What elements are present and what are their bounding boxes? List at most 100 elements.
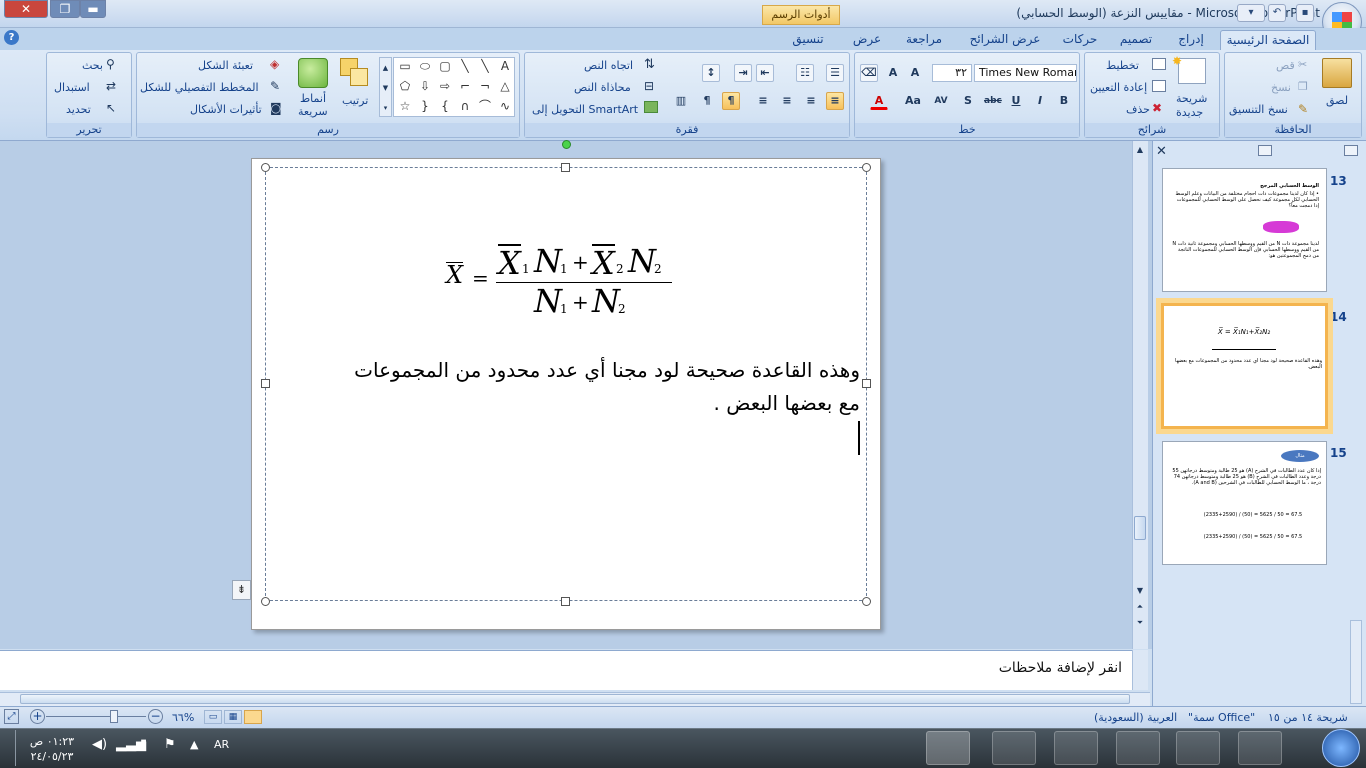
align-text-button[interactable]: محاذاة النص [574, 81, 631, 94]
autofit-options-icon[interactable]: ⇟ [232, 580, 251, 600]
media-player-taskbar-icon[interactable] [1176, 731, 1220, 765]
firefox-taskbar-icon[interactable] [1116, 731, 1160, 765]
resize-handle-bl[interactable] [261, 597, 270, 606]
shadow-icon[interactable]: S [959, 92, 977, 110]
previous-slide-icon[interactable]: ⏶ [1133, 600, 1147, 614]
align-right-icon[interactable]: ≡ [826, 92, 844, 110]
find-button[interactable]: بحث [82, 59, 103, 72]
tab-home[interactable]: الصفحة الرئيسية [1220, 30, 1316, 50]
new-slide-button-line2[interactable]: جديدة [1176, 106, 1203, 119]
font-size-select[interactable]: ٣٢ [932, 64, 972, 82]
panel-scrollbar[interactable] [1350, 620, 1362, 704]
line-shape-icon[interactable]: ╲ [458, 60, 472, 72]
resize-handle-r[interactable] [862, 379, 871, 388]
decrease-indent-icon[interactable]: ⇤ [756, 64, 774, 82]
cut-button[interactable]: قص [1276, 59, 1295, 72]
tab-format[interactable]: تنسيق [778, 30, 838, 50]
zoom-slider[interactable] [46, 716, 146, 717]
layout-button[interactable]: تخطيط [1106, 59, 1139, 72]
slides-tab-icon[interactable] [1258, 145, 1272, 156]
restore-button[interactable]: ❐ [50, 0, 80, 18]
freeform-shape-icon[interactable]: ∿ [498, 100, 512, 112]
select-button[interactable]: تحديد [66, 103, 91, 116]
columns-icon[interactable]: ▥ [672, 92, 690, 110]
panel-close-icon[interactable]: ✕ [1156, 144, 1167, 159]
status-language[interactable]: العربية (السعودية) [1094, 711, 1177, 724]
align-left-icon[interactable]: ≡ [778, 92, 796, 110]
undo-icon[interactable]: ↶ [1268, 4, 1286, 22]
help-icon[interactable]: ? [4, 30, 19, 45]
line-spacing-icon[interactable]: ↕ [702, 64, 720, 82]
diagonal-line-icon[interactable]: ╲ [478, 60, 492, 72]
minimize-button[interactable]: ▬ [80, 0, 106, 18]
tab-view[interactable]: عرض [846, 30, 888, 50]
tab-slideshow[interactable]: عرض الشرائح [960, 30, 1050, 50]
slide-body-text[interactable]: وهذه القاعدة صحيحة لود مجنا أي عدد محدود… [300, 354, 860, 420]
start-button[interactable] [1322, 729, 1360, 767]
numbering-icon[interactable]: ☷ [796, 64, 814, 82]
language-indicator[interactable]: AR [214, 738, 229, 751]
slide-thumbnail-14[interactable]: X̅ = X̅₁N₁+X̅₂N₂ وهذه القاعدة صحيحة لود … [1161, 303, 1328, 429]
word-taskbar-icon[interactable] [992, 731, 1036, 765]
qat-customize-icon[interactable]: ▾ [1237, 4, 1265, 22]
strikethrough-icon[interactable]: abc [983, 92, 1002, 110]
network-icon[interactable]: ▂▃▅ [116, 737, 146, 752]
bold-icon[interactable]: B [1055, 92, 1073, 110]
close-button[interactable]: ✕ [4, 0, 48, 18]
notes-pane[interactable] [0, 650, 1132, 690]
scroll-down-arrow[interactable]: ▼ [1133, 584, 1147, 598]
elbow-connector-icon[interactable]: ⌐ [458, 80, 472, 92]
reset-button[interactable]: إعادة التعيين [1090, 81, 1147, 94]
shape-fill-button[interactable]: تعبئة الشكل [198, 59, 253, 72]
font-color-icon[interactable]: A [870, 92, 888, 110]
down-arrow-shape-icon[interactable]: ⇩ [418, 80, 432, 92]
arrange-icon[interactable] [340, 58, 370, 88]
rectangle-shape-icon[interactable]: ▭ [398, 60, 412, 72]
arrange-button[interactable]: ترتيب [342, 94, 368, 107]
next-slide-icon[interactable]: ⏷ [1133, 616, 1147, 630]
copy-button[interactable]: نسخ [1271, 81, 1291, 94]
slide-thumbnail-15[interactable]: مثال إذا كان عدد الطالبات في الشرح (A) ه… [1162, 441, 1327, 565]
star-shape-icon[interactable]: ☆ [398, 100, 412, 112]
shapes-gallery-scroll[interactable]: ▲ ▼ ▾ [379, 57, 392, 117]
slide-sorter-icon[interactable]: ▦ [224, 710, 242, 724]
rtl-icon[interactable]: ¶ [722, 92, 740, 110]
resize-handle-b[interactable] [561, 597, 570, 606]
resize-handle-t[interactable] [561, 163, 570, 172]
left-brace-shape-icon[interactable]: { [438, 100, 452, 112]
tab-design[interactable]: تصميم [1110, 30, 1162, 50]
arc-shape-icon[interactable]: ⌒ [478, 100, 492, 112]
underline-icon[interactable]: U [1007, 92, 1025, 110]
resize-handle-br[interactable] [862, 597, 871, 606]
replace-button[interactable]: استبدال [54, 81, 90, 94]
slide-thumbnail-13[interactable]: الوسط الحسابي المرجح • إذا كان لدينا مجم… [1162, 168, 1327, 292]
outline-tab-icon[interactable] [1344, 145, 1358, 156]
volume-icon[interactable]: ◀) [92, 737, 107, 752]
slideshow-view-icon[interactable]: ▭ [204, 710, 222, 724]
zoom-out-icon[interactable]: − [148, 709, 163, 724]
slide-vertical-scrollbar[interactable] [1132, 141, 1148, 649]
zoom-slider-thumb[interactable] [110, 710, 118, 723]
new-slide-icon[interactable] [1178, 58, 1206, 84]
format-painter-button[interactable]: نسخ التنسيق [1229, 103, 1288, 116]
status-theme[interactable]: "سمة Office" [1188, 711, 1255, 724]
curve-shape-icon[interactable]: ∩ [458, 100, 472, 112]
quick-styles-button-line2[interactable]: سريعة [298, 105, 328, 118]
tab-insert[interactable]: إدراج [1168, 30, 1214, 50]
quick-styles-button[interactable]: أنماط [300, 92, 326, 105]
ie-taskbar-icon[interactable] [1054, 731, 1098, 765]
normal-view-icon[interactable] [244, 710, 262, 724]
brace-shape-icon[interactable]: } [418, 100, 432, 112]
triangle-shape-icon[interactable]: △ [498, 80, 512, 92]
rounded-rect-shape-icon[interactable]: ▢ [438, 60, 452, 72]
action-center-flag-icon[interactable]: ⚑ [164, 737, 176, 752]
delete-slide-button[interactable]: حذف [1126, 103, 1150, 116]
notes-scrollbar[interactable] [1132, 650, 1148, 690]
scroll-thumb[interactable] [1134, 516, 1146, 540]
textbox-shape-icon[interactable]: A [498, 60, 512, 72]
grow-font-icon[interactable]: A [884, 64, 902, 82]
rotate-handle[interactable] [562, 140, 571, 149]
fit-to-window-icon[interactable]: ⤢ [4, 709, 19, 724]
right-arrow-shape-icon[interactable]: ⇨ [438, 80, 452, 92]
resize-handle-l[interactable] [261, 379, 270, 388]
